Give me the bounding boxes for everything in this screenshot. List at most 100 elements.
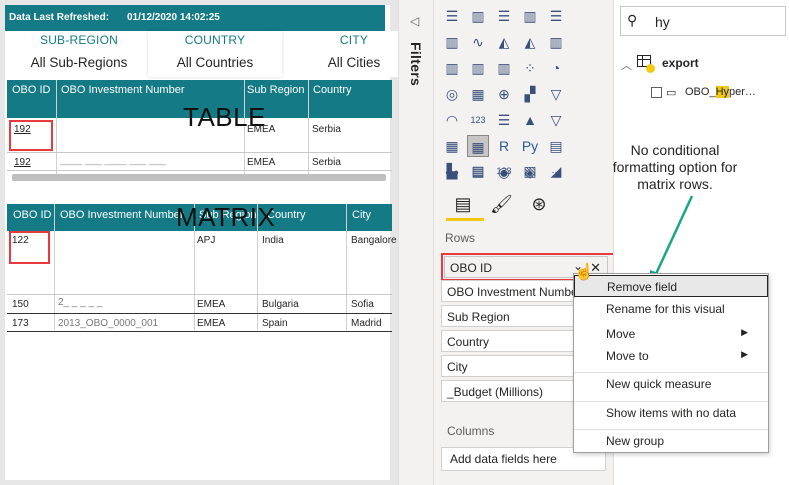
stacked-area-icon[interactable]: ◭ [519,31,541,53]
field-obo-hyper[interactable]: OBO_Hyper… [685,86,756,98]
matrix-icon[interactable]: ▦ [467,135,489,157]
well-obo-investment-number[interactable]: OBO Investment Number [441,280,576,302]
scatter-icon[interactable]: ⁘ [519,57,541,79]
analytics-tab-icon[interactable]: ⊛ [528,193,550,215]
line-clustered-column-icon[interactable]: ▥ [441,57,463,79]
custom-visual-4-icon[interactable]: ▧ [519,160,541,182]
menu-item-label: Remove field [607,280,678,294]
clustered-column-icon[interactable]: ▥ [519,5,541,27]
search-input[interactable]: hy [655,14,670,30]
rows-label: Rows [445,231,476,245]
menu-item-new-group[interactable]: New group [574,429,768,451]
refresh-value: 01/12/2020 14:02:25 [127,12,220,23]
table-cell-sub: EMEA [247,124,276,135]
annotation-text: No conditional formatting option for mat… [612,142,738,192]
map-icon[interactable]: ⊕ [493,83,515,105]
refresh-label: Data Last Refreshed: [9,12,110,23]
field-context-menu: Remove field Rename for this visual Move… [573,273,769,453]
table-hscrollbar[interactable] [12,174,386,181]
matrix-cell-city: Sofia [351,299,374,310]
well-country[interactable]: Country [441,330,576,352]
custom-visual-3-icon[interactable]: 123 [493,160,515,182]
multi-row-card-icon[interactable]: ☰ [493,109,515,131]
python-visual-icon[interactable]: Py [519,135,541,157]
sub-region-slicer[interactable]: SUB-REGION All Sub-Regions [10,31,148,77]
kpi-icon[interactable]: ▲ [519,109,541,131]
field-checkbox[interactable] [651,87,662,98]
slicer-label: CITY [339,33,369,47]
r-visual-icon[interactable]: R [493,135,515,157]
matrix-cell-id[interactable]: 150 [12,299,29,310]
collapse-filters-icon[interactable]: ◁ [410,14,419,28]
table-name[interactable]: export [662,56,699,70]
city-slicer[interactable]: CITY All Cities [300,31,408,77]
menu-item-remove-field[interactable]: Remove field [574,275,768,297]
key-influencers-icon[interactable]: ▤ [545,135,567,157]
matrix-caption: MATRIX [176,202,276,232]
country-slicer[interactable]: COUNTRY All Countries [148,31,282,77]
card-icon[interactable]: 123 [467,109,489,131]
table-col-header[interactable]: Country [313,84,352,96]
slicer-icon[interactable]: ▽ [545,109,567,131]
pie-icon[interactable]: ◔ [545,57,567,79]
drop-zone-placeholder: Add data fields here [450,452,557,466]
table-id-highlight [9,120,53,151]
matrix-cell-sub: APJ [197,235,216,246]
line-chart-icon[interactable]: ∿ [467,31,489,53]
treemap-icon[interactable]: ▦ [467,83,489,105]
fields-tab-icon[interactable]: ▤ [452,193,474,215]
slicer-value[interactable]: All Cities [300,55,408,70]
line-column-icon[interactable]: ▥ [545,31,567,53]
menu-item-show-items-no-data[interactable]: Show items with no data [574,401,768,423]
table-icon[interactable]: ▦ [441,135,463,157]
well-field-label: City [447,360,468,374]
custom-visual-5-icon[interactable]: ◢ [545,160,567,182]
well-sub-region[interactable]: Sub Region [441,305,576,327]
slicer-label: SUB-REGION [39,33,118,47]
stacked-bar-icon[interactable]: ☰ [441,5,463,27]
filters-label[interactable]: Filters [408,42,424,86]
100-column-icon[interactable]: ▥ [441,31,463,53]
well-budget[interactable]: _Budget (Millions) [441,380,576,402]
table-col-header[interactable]: OBO ID [12,84,51,96]
menu-item-rename[interactable]: Rename for this visual [574,298,768,320]
sigma-icon: ▭ [666,87,677,99]
table-cell-country: Serbia [312,157,341,168]
matrix-col-header[interactable]: OBO ID [13,209,52,221]
custom-visual-1-icon[interactable]: ▙ [441,160,463,182]
menu-item-move[interactable]: Move ▶ [574,323,768,345]
menu-item-new-quick-measure[interactable]: New quick measure [574,372,768,394]
filled-map-icon[interactable]: ▞ [519,83,541,105]
100-bar-icon[interactable]: ☰ [545,5,567,27]
area-chart-icon[interactable]: ◭ [493,31,515,53]
stacked-column-icon[interactable]: ▥ [467,5,489,27]
format-tab-icon[interactable]: 🖌 [490,193,513,215]
slicer-value[interactable]: All Countries [148,55,282,70]
field-name-prefix: OBO_ [685,86,716,98]
funnel-icon[interactable]: ▽ [545,83,567,105]
custom-visual-2-icon[interactable]: ▦ [467,160,489,182]
table-col-header[interactable]: Sub Region [247,84,305,96]
filters-pane[interactable]: ◁ Filters [398,0,433,485]
field-name-suffix: per… [729,86,756,98]
waterfall-icon[interactable]: ▥ [493,57,515,79]
table-cell-id[interactable]: 192 [14,157,31,168]
fields-search[interactable]: ⚲ hy [620,6,786,36]
slicer-value[interactable]: All Sub-Regions [10,55,148,70]
donut-icon[interactable]: ◎ [441,83,463,105]
ribbon-chart-icon[interactable]: ▥ [467,57,489,79]
menu-item-move-to[interactable]: Move to ▶ [574,345,768,367]
menu-item-label: New group [606,434,665,448]
matrix-cell-country: Spain [262,318,288,329]
refresh-header: Data Last Refreshed: 01/12/2020 14:02:25 [5,5,385,31]
clustered-bar-icon[interactable]: ☰ [493,5,515,27]
gauge-icon[interactable]: ◠ [441,109,463,131]
matrix-cell-id[interactable]: 173 [12,318,29,329]
well-city[interactable]: City [441,355,576,377]
collapse-table-icon[interactable]: ︿ [621,57,632,73]
table-col-header[interactable]: OBO Investment Number [61,84,185,96]
matrix-cell-sub: EMEA [197,318,226,329]
matrix-col-header[interactable]: OBO Investment Number [60,209,184,221]
matrix-col-header[interactable]: City [352,209,371,221]
menu-item-label: Move to [606,349,649,363]
